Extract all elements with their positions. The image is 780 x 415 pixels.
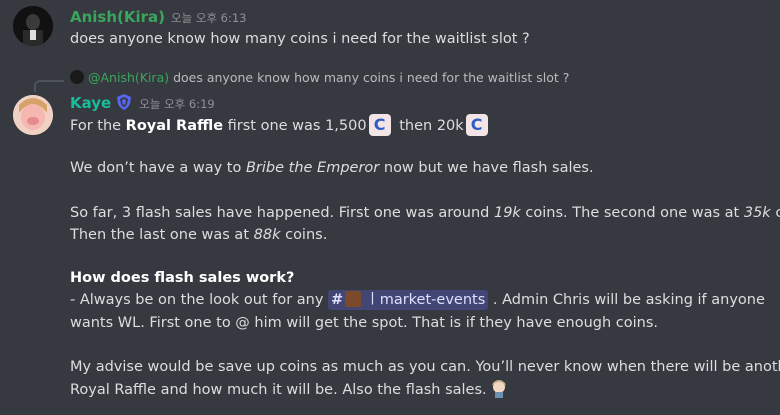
text-segment: Royal Raffle and how much it will be. Al… xyxy=(70,382,487,398)
text-segment: now but we have flash sales. xyxy=(379,160,594,176)
channel-emoji-icon xyxy=(345,291,362,307)
text-segment: - Always be on the look out for any xyxy=(70,292,329,308)
avatar-image xyxy=(13,6,53,46)
message-timestamp[interactable]: 오늘 오후 6:13 xyxy=(171,11,246,25)
message-timestamp[interactable]: 오늘 오후 6:19 xyxy=(139,97,214,111)
text-segment: We don’t have a way to xyxy=(70,160,246,176)
italic-text: 88k xyxy=(253,227,281,243)
author-name[interactable]: Kaye xyxy=(70,94,111,112)
text-segment: coins. xyxy=(775,205,780,221)
bold-heading: How does flash sales work? xyxy=(70,270,295,286)
text-segment: For the xyxy=(70,118,126,134)
italic-text: 35k xyxy=(743,205,771,221)
italic-text: Bribe the Emperor xyxy=(245,160,380,176)
italic-text: 19k xyxy=(493,205,521,221)
reply-preview[interactable]: @Anish(Kira) does anyone know how many c… xyxy=(70,69,569,87)
content-line-4: Then the last one was at 88k coins. xyxy=(70,224,327,246)
content-line-6: - Always be on the look out for any # 〡ma… xyxy=(70,289,765,311)
text-segment: . Admin Chris will be asking if anyone xyxy=(488,292,765,308)
bold-text: Royal Raffle xyxy=(125,118,224,134)
coin-glyph: C xyxy=(470,115,483,134)
content-line-5: How does flash sales work? xyxy=(70,267,294,289)
reply-connector xyxy=(34,80,64,92)
channel-hash-icon: # xyxy=(331,292,344,308)
anime-emoji-icon[interactable] xyxy=(489,378,509,398)
channel-mention-market-events[interactable]: # 〡market-events xyxy=(328,290,489,310)
shield-badge-icon[interactable] xyxy=(115,93,133,111)
author-name[interactable]: Anish(Kira) xyxy=(70,8,165,26)
coin-emoji-icon[interactable]: C xyxy=(368,114,391,136)
text-segment: then 20k xyxy=(394,118,464,134)
content-line-3: So far, 3 flash sales have happened. Fir… xyxy=(70,202,780,224)
content-line-7: wants WL. First one to @ him will get th… xyxy=(70,315,659,331)
text-segment: coins. xyxy=(280,227,328,243)
avatar-image xyxy=(13,95,53,135)
content-line-8: My advise would be save up coins as much… xyxy=(70,359,780,375)
user-avatar-kaye[interactable] xyxy=(13,95,53,135)
text-segment: So far, 3 flash sales have happened. Fir… xyxy=(70,205,494,221)
channel-name: 〡market-events xyxy=(365,292,486,308)
text-segment: coins. The second one was at xyxy=(520,205,744,221)
reply-mention[interactable]: @Anish(Kira) xyxy=(88,70,169,85)
content-line-1: For the Royal Raffle first one was 1,500… xyxy=(70,114,492,137)
reply-avatar-icon xyxy=(70,70,84,84)
coin-emoji-icon[interactable]: C xyxy=(465,114,488,136)
coin-glyph: C xyxy=(373,115,386,134)
reply-content[interactable]: does anyone know how many coins i need f… xyxy=(173,70,569,85)
content-line-2: We don’t have a way to Bribe the Emperor… xyxy=(70,157,594,179)
text-segment: Then the last one was at xyxy=(70,227,254,243)
text-segment: first one was 1,500 xyxy=(223,118,367,134)
content-line-9: Royal Raffle and how much it will be. Al… xyxy=(70,378,509,401)
user-avatar-anish[interactable] xyxy=(13,6,53,46)
message-content: does anyone know how many coins i need f… xyxy=(70,31,530,47)
